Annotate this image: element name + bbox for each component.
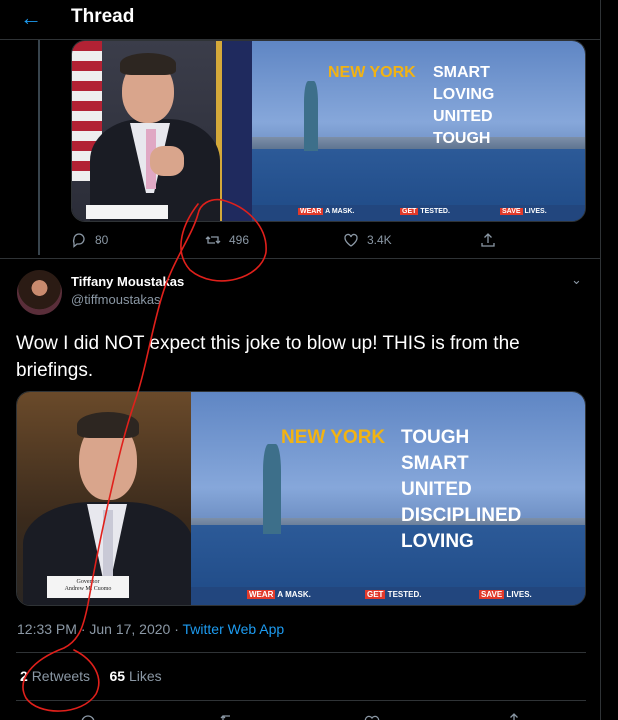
footer-tag: SAVE LIVES. (500, 208, 547, 215)
heart-icon[interactable] (364, 712, 380, 720)
slide-word: SMART (401, 453, 469, 474)
slide-footer: WEAR A MASK. GET TESTED. SAVE LIVES. (191, 587, 585, 605)
slide-highlight: NEW YORK (328, 64, 416, 81)
slide-word: LOVING (401, 531, 474, 552)
reply-icon (72, 233, 85, 248)
state-flag (216, 41, 254, 221)
footer-tag: WEAR A MASK. (247, 590, 311, 599)
likes-link[interactable]: 65 Likes (110, 668, 162, 684)
footer-tag: GET TESTED. (400, 208, 450, 215)
divider (16, 652, 586, 653)
like-button[interactable]: 3.4K (343, 232, 392, 248)
divider (16, 700, 586, 701)
avatar[interactable] (17, 270, 62, 315)
slide-highlight: NEW YORK (281, 427, 386, 448)
tweet-image[interactable]: Governor Andrew M. Cuomo NEW YORK TOUGH … (16, 391, 586, 606)
slide-word: UNITED (433, 108, 493, 125)
retweet-icon[interactable] (220, 712, 236, 720)
slide-word: SMART (433, 64, 490, 81)
page-title: Thread (71, 6, 135, 27)
governor-photo: Governor Andrew M. Cuomo (17, 392, 193, 605)
podium-sign (86, 205, 168, 219)
slide-word: UNITED (401, 479, 472, 500)
nameplate: Governor Andrew M. Cuomo (47, 576, 129, 598)
footer-tag: GET TESTED. (365, 590, 422, 599)
retweet-button[interactable]: 496 (205, 232, 249, 248)
bottom-actions (0, 710, 600, 720)
tweet-metadata: 12:33 PM · Jun 17, 2020 · Twitter Web Ap… (17, 621, 284, 637)
tweet-image[interactable]: NEW YORK SMART LOVING UNITED TOUGH WEAR … (71, 40, 586, 222)
slide-word: TOUGH (433, 130, 491, 147)
tweet-text: Wow I did NOT expect this joke to blow u… (16, 333, 520, 381)
footer-tag: SAVE LIVES. (479, 590, 532, 599)
share-icon (481, 233, 495, 247)
source-app-link[interactable]: Twitter Web App (183, 621, 285, 637)
retweet-icon (205, 236, 221, 244)
slide-word: TOUGH (401, 427, 470, 448)
heart-icon (344, 233, 358, 247)
retweet-count: 496 (229, 233, 250, 247)
ny-slide: NEW YORK TOUGH SMART UNITED DISCIPLINED … (191, 392, 585, 605)
timestamp[interactable]: 12:33 PM · Jun 17, 2020 · (17, 621, 183, 637)
slide-word: DISCIPLINED (401, 505, 522, 526)
like-count: 3.4K (367, 233, 392, 247)
chevron-down-icon[interactable]: ⌄ (571, 272, 582, 288)
footer-tag: WEAR A MASK. (298, 208, 355, 215)
reply-icon[interactable] (80, 712, 96, 720)
engagement-stats: 2 Retweets 65 Likes (20, 668, 162, 684)
governor-photo (72, 41, 254, 221)
share-icon[interactable] (506, 712, 522, 720)
column-divider (600, 0, 601, 720)
arrow-left-icon[interactable]: ← (20, 6, 42, 30)
tweet-actions: 80 496 3.4K (71, 232, 501, 252)
retweets-link[interactable]: 2 Retweets (20, 668, 90, 684)
user-handle[interactable]: @tiffmoustakas (71, 292, 161, 307)
share-button[interactable] (480, 232, 496, 248)
display-name[interactable]: Tiffany Moustakas (71, 274, 184, 289)
slide-footer: WEAR A MASK. GET TESTED. SAVE LIVES. (252, 205, 585, 221)
reply-count: 80 (95, 233, 109, 247)
reply-button[interactable]: 80 (71, 232, 108, 248)
ny-slide: NEW YORK SMART LOVING UNITED TOUGH WEAR … (252, 41, 585, 221)
slide-word: LOVING (433, 86, 495, 103)
header-bar: ← Thread (0, 0, 600, 40)
thread-connector-line (38, 40, 40, 255)
